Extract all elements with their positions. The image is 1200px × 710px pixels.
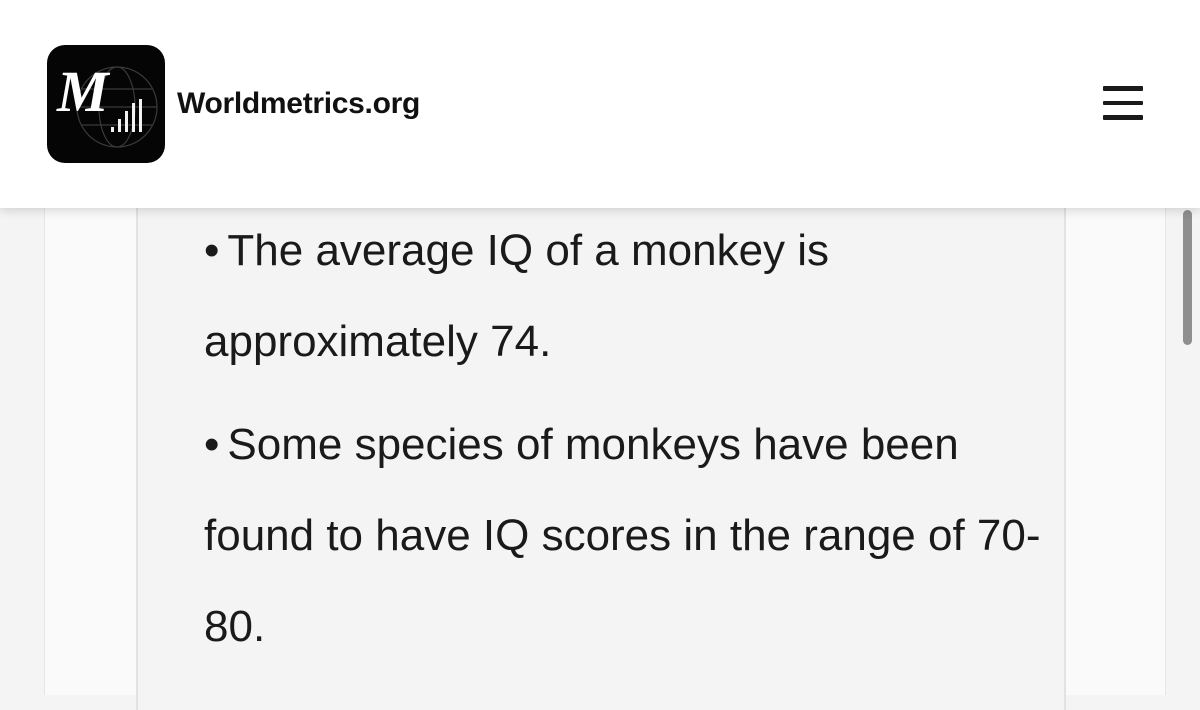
stat-text: Some species of monkeys have been found …	[204, 420, 1041, 651]
list-item: • The average IQ of a monkey is approxima…	[204, 205, 1044, 387]
worldmetrics-logo-icon: M	[47, 45, 165, 163]
site-header: M Worldmetrics.org	[0, 0, 1200, 208]
bullet-icon: •	[204, 226, 220, 275]
scrollbar-thumb[interactable]	[1183, 210, 1192, 345]
statistics-list: • The average IQ of a monkey is approxima…	[204, 205, 1044, 684]
menu-button[interactable]	[1100, 86, 1148, 130]
site-name: Worldmetrics.org	[177, 87, 421, 120]
bullet-icon: •	[204, 420, 220, 469]
hamburger-menu-icon	[1100, 86, 1148, 120]
home-link[interactable]: M Worldmetrics.org	[47, 45, 420, 163]
logo-letter: M	[56, 59, 111, 124]
stat-text: The average IQ of a monkey is approximat…	[204, 226, 830, 366]
list-item: • Some species of monkeys have been found…	[204, 399, 1044, 672]
